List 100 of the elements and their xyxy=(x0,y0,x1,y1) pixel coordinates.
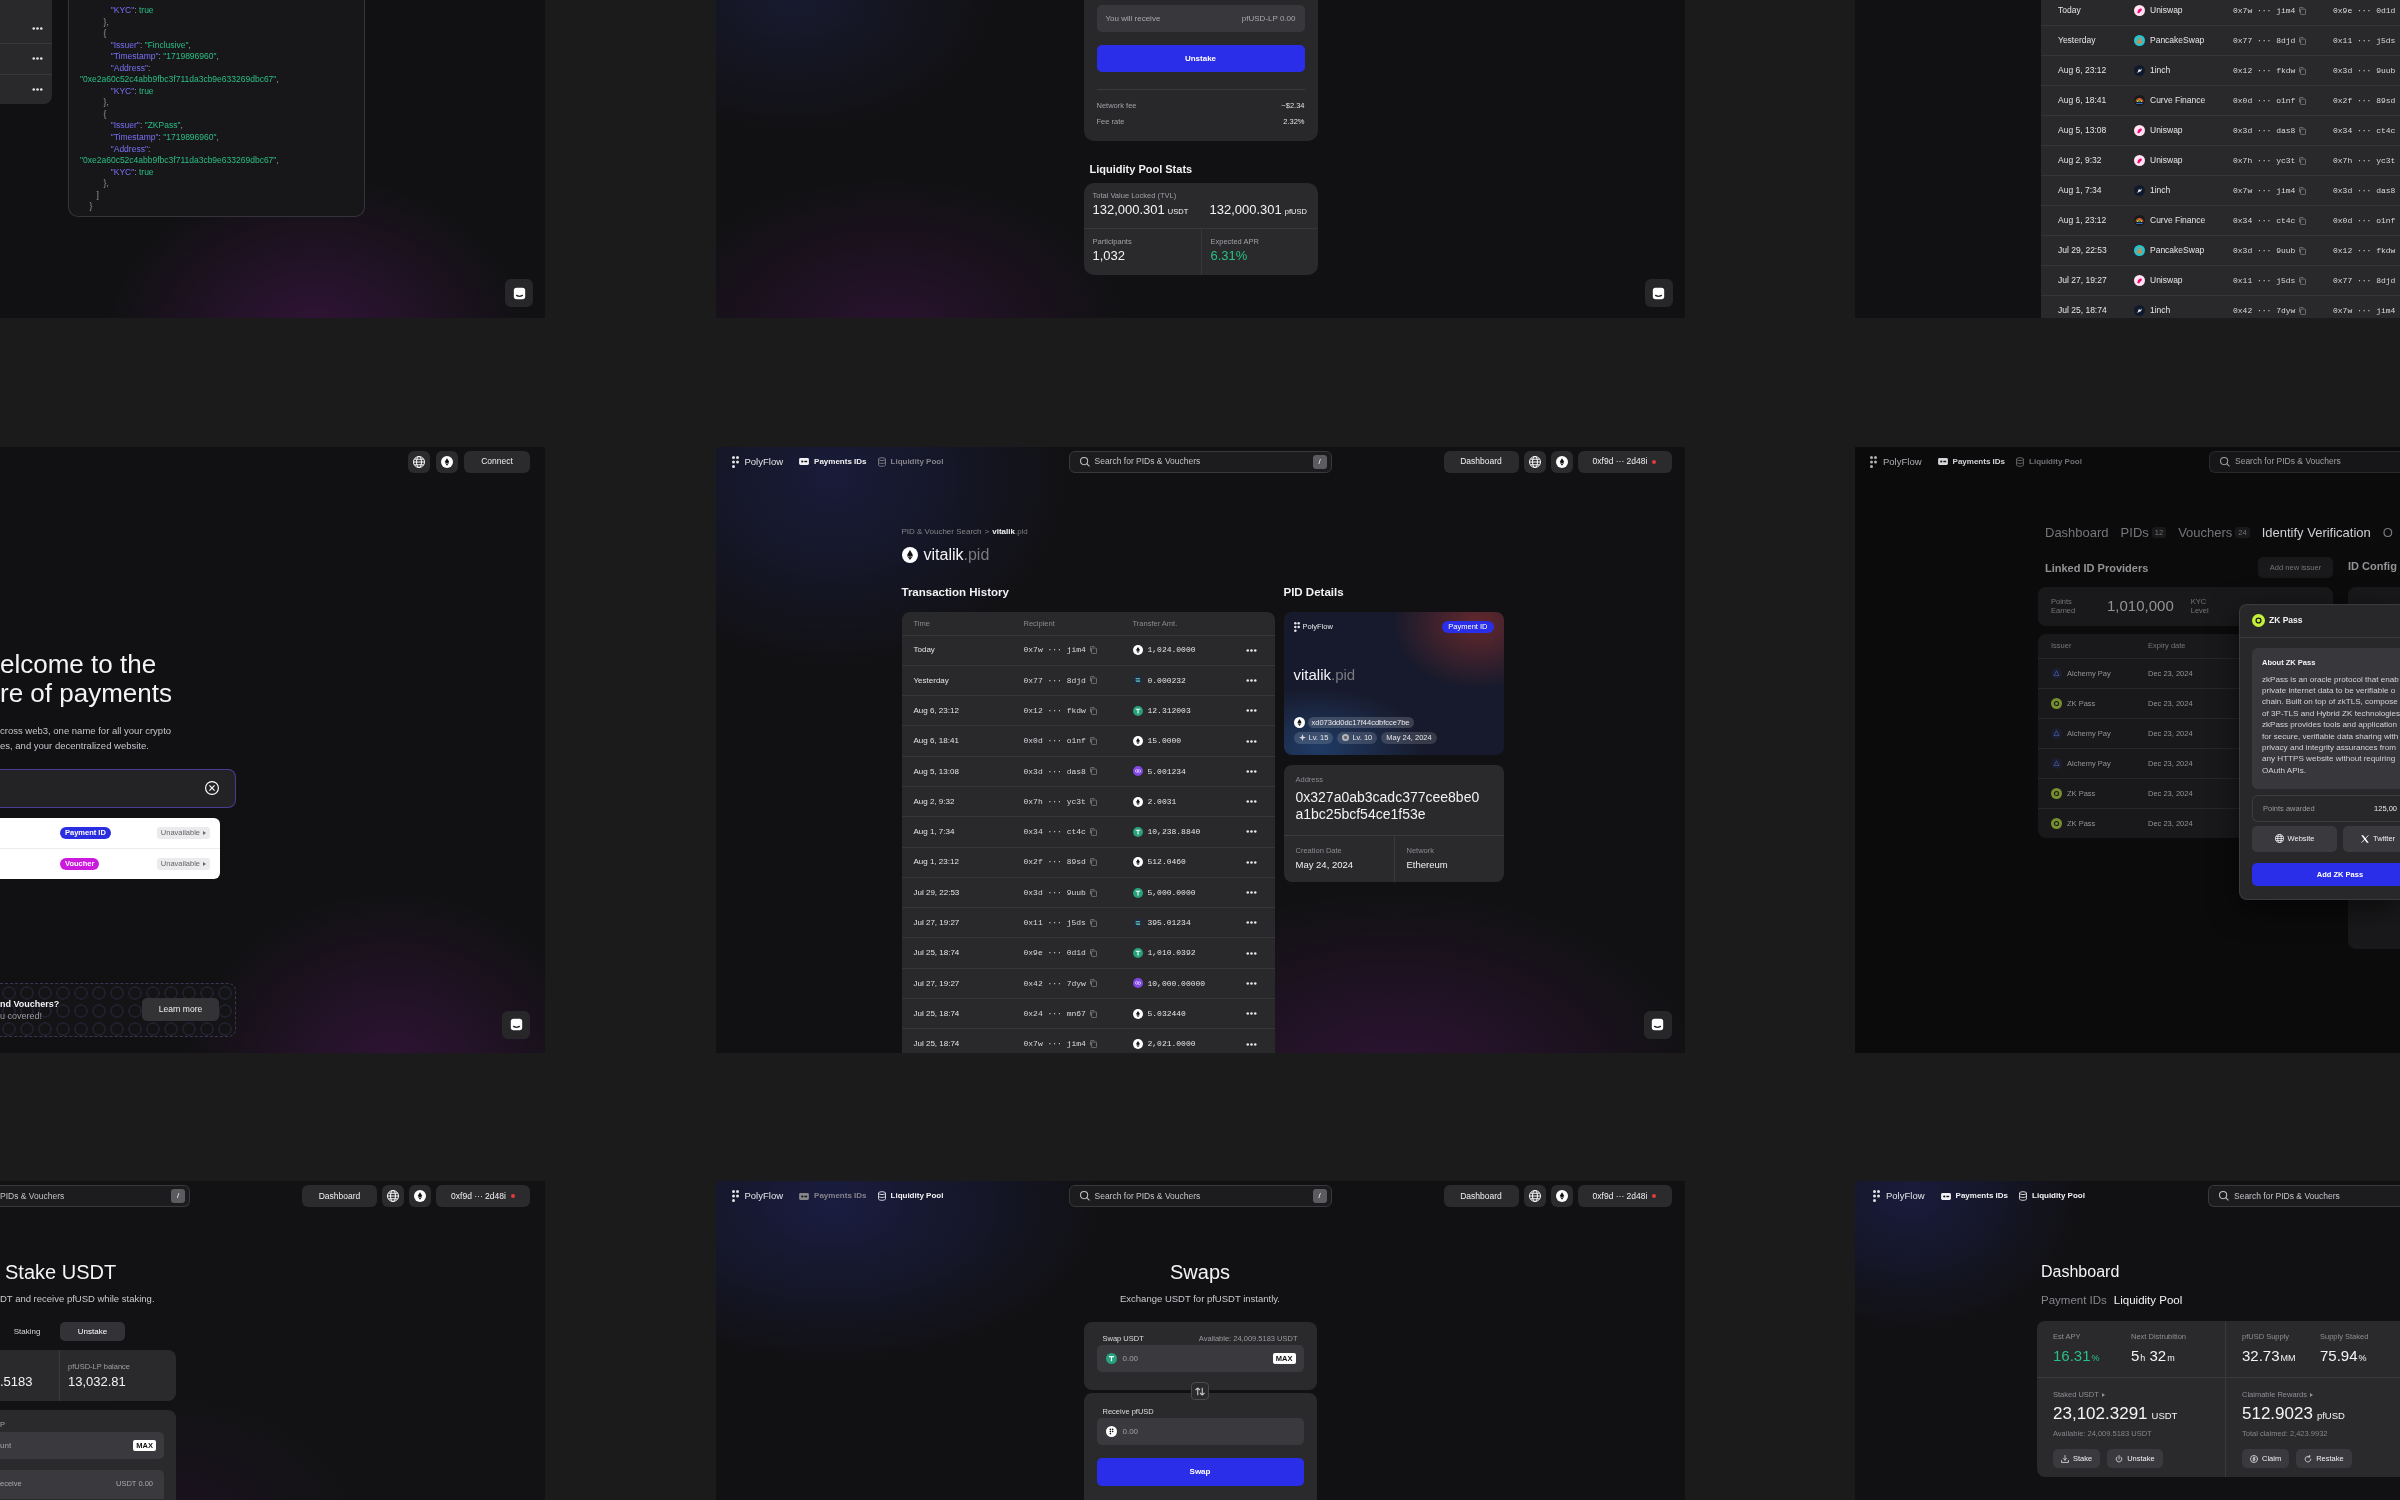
copy-icon[interactable] xyxy=(2299,96,2307,105)
chat-button[interactable] xyxy=(1644,279,1673,307)
nav-link[interactable]: Payments IDs xyxy=(1937,456,2005,467)
more-icon[interactable] xyxy=(1245,951,1257,955)
copy-icon[interactable] xyxy=(2299,246,2307,255)
tab[interactable]: Payment IDs xyxy=(2041,1294,2107,1308)
more-icon[interactable] xyxy=(1245,769,1257,773)
chat-button[interactable] xyxy=(505,279,533,307)
search-field[interactable]: Search for PIDs & Vouchers xyxy=(2209,450,2400,473)
copy-icon[interactable] xyxy=(2299,156,2307,165)
clear-icon[interactable] xyxy=(205,781,219,795)
dashboard-button[interactable]: Dashboard xyxy=(1443,450,1519,473)
wallet-address: 0x3d ··· 9uub xyxy=(1023,887,1086,898)
more-icon[interactable] xyxy=(1245,739,1257,743)
connect-button[interactable]: Connect xyxy=(464,450,530,473)
copy-icon[interactable] xyxy=(1089,706,1097,715)
more-icon[interactable] xyxy=(1245,830,1257,834)
tab[interactable]: Identify Verification xyxy=(2261,524,2371,541)
issuer-logo-icon xyxy=(2051,757,2062,769)
copy-icon[interactable] xyxy=(2299,36,2307,45)
nav-link[interactable]: Payments IDs xyxy=(1940,1191,2008,1201)
copy-icon[interactable] xyxy=(1089,827,1097,836)
more-icon[interactable] xyxy=(1245,1012,1257,1016)
more-icon[interactable] xyxy=(1245,860,1257,864)
search-field[interactable]: Search for PIDs & Vouchers / xyxy=(1068,450,1332,473)
swap-button[interactable]: Swap xyxy=(1096,1458,1304,1486)
language-button[interactable] xyxy=(408,450,430,473)
network-button[interactable] xyxy=(1550,1185,1573,1207)
copy-icon[interactable] xyxy=(1089,979,1097,988)
nav-link[interactable]: Liquidity Pool xyxy=(877,1191,944,1201)
more-icon[interactable] xyxy=(1245,1042,1257,1046)
copy-icon[interactable] xyxy=(1089,767,1097,776)
copy-icon[interactable] xyxy=(2299,66,2307,75)
nav-link[interactable]: Liquidity Pool xyxy=(2019,1191,2085,1201)
copy-icon[interactable] xyxy=(2299,306,2307,315)
dashboard-button[interactable]: Dashboard xyxy=(302,1185,377,1207)
nav-link[interactable]: Payments IDs xyxy=(799,456,867,467)
more-icon[interactable] xyxy=(1245,921,1257,925)
more-icon[interactable] xyxy=(1245,648,1257,652)
search-field[interactable]: Search for PIDs & Vouchers / xyxy=(1068,1185,1332,1207)
more-icon[interactable] xyxy=(32,57,43,61)
tab[interactable]: Staking xyxy=(0,1322,54,1341)
wallet-button[interactable]: 0xf9d ··· 2d48i xyxy=(1577,450,1672,473)
chat-button[interactable] xyxy=(502,1010,530,1039)
more-icon[interactable] xyxy=(1245,800,1257,804)
language-button[interactable] xyxy=(382,1185,404,1207)
language-button[interactable] xyxy=(1523,450,1546,473)
tab[interactable]: Liquidity Pool xyxy=(2113,1294,2183,1308)
language-button[interactable] xyxy=(1523,1185,1546,1207)
copy-icon[interactable] xyxy=(1089,646,1097,655)
copy-icon[interactable] xyxy=(1089,797,1097,806)
coin-icon xyxy=(1132,796,1143,807)
search-field[interactable] xyxy=(0,768,236,808)
more-icon[interactable] xyxy=(1245,981,1257,985)
dashboard-button[interactable]: Dashboard xyxy=(1443,1185,1519,1207)
copy-icon[interactable] xyxy=(1089,676,1097,685)
search-field[interactable]: PIDs & Vouchers / xyxy=(0,1185,190,1207)
network-button[interactable] xyxy=(436,450,458,473)
learn-more-button[interactable]: Learn more xyxy=(142,998,219,1021)
copy-icon[interactable] xyxy=(2299,6,2307,15)
search-field[interactable]: Search for PIDs & Vouchers xyxy=(2208,1185,2400,1207)
code-line: }, xyxy=(102,16,109,29)
more-icon[interactable] xyxy=(1245,678,1257,682)
page-title: vitalik.pid xyxy=(923,545,990,564)
breadcrumb-link[interactable]: PID & Voucher Search xyxy=(901,526,982,537)
copy-icon[interactable] xyxy=(2299,216,2307,225)
copy-icon[interactable] xyxy=(1089,1009,1097,1018)
copy-icon[interactable] xyxy=(1089,918,1097,927)
nav-link[interactable]: Liquidity Pool xyxy=(877,456,944,467)
tab[interactable]: Unstake xyxy=(60,1322,125,1341)
copy-icon[interactable] xyxy=(2299,126,2307,135)
copy-icon[interactable] xyxy=(1089,1040,1097,1048)
page-title: Dashboard xyxy=(2041,1261,2120,1281)
copy-icon[interactable] xyxy=(2299,276,2307,285)
chat-button[interactable] xyxy=(1643,1010,1672,1039)
wallet-address: 0x34 ··· ct4c xyxy=(2233,215,2296,226)
more-icon[interactable] xyxy=(1245,709,1257,713)
amount-field[interactable]: 0.00 xyxy=(1096,1418,1304,1445)
wallet-button[interactable]: 0xf9d ··· 2d48i xyxy=(436,1185,530,1207)
copy-icon[interactable] xyxy=(1089,949,1097,958)
more-icon[interactable] xyxy=(32,87,43,91)
wallet-button[interactable]: 0xf9d ··· 2d48i xyxy=(1577,1185,1672,1207)
chat-icon xyxy=(509,1018,523,1031)
unstake-button[interactable]: Unstake xyxy=(1096,45,1305,72)
more-icon[interactable] xyxy=(32,26,43,30)
nav-link[interactable]: Liquidity Pool xyxy=(2016,456,2082,467)
more-icon[interactable] xyxy=(1245,891,1257,894)
copy-icon[interactable] xyxy=(1089,888,1097,897)
tab[interactable]: Dashboard xyxy=(2045,524,2109,541)
nav-link[interactable]: Payments IDs xyxy=(799,1191,867,1201)
wallet-address: 0x3d ··· das8 xyxy=(2233,125,2296,136)
network-button[interactable] xyxy=(409,1185,431,1207)
tab[interactable]: O xyxy=(2382,524,2393,541)
platform-logo-icon xyxy=(2134,305,2145,316)
balance-value: 23,102.3291 USDT xyxy=(2053,1404,2178,1425)
copy-icon[interactable] xyxy=(1089,737,1097,746)
network-button[interactable] xyxy=(1550,450,1573,473)
swap-direction-button[interactable] xyxy=(1190,1382,1209,1400)
copy-icon[interactable] xyxy=(1089,858,1097,867)
copy-icon[interactable] xyxy=(2299,186,2307,195)
